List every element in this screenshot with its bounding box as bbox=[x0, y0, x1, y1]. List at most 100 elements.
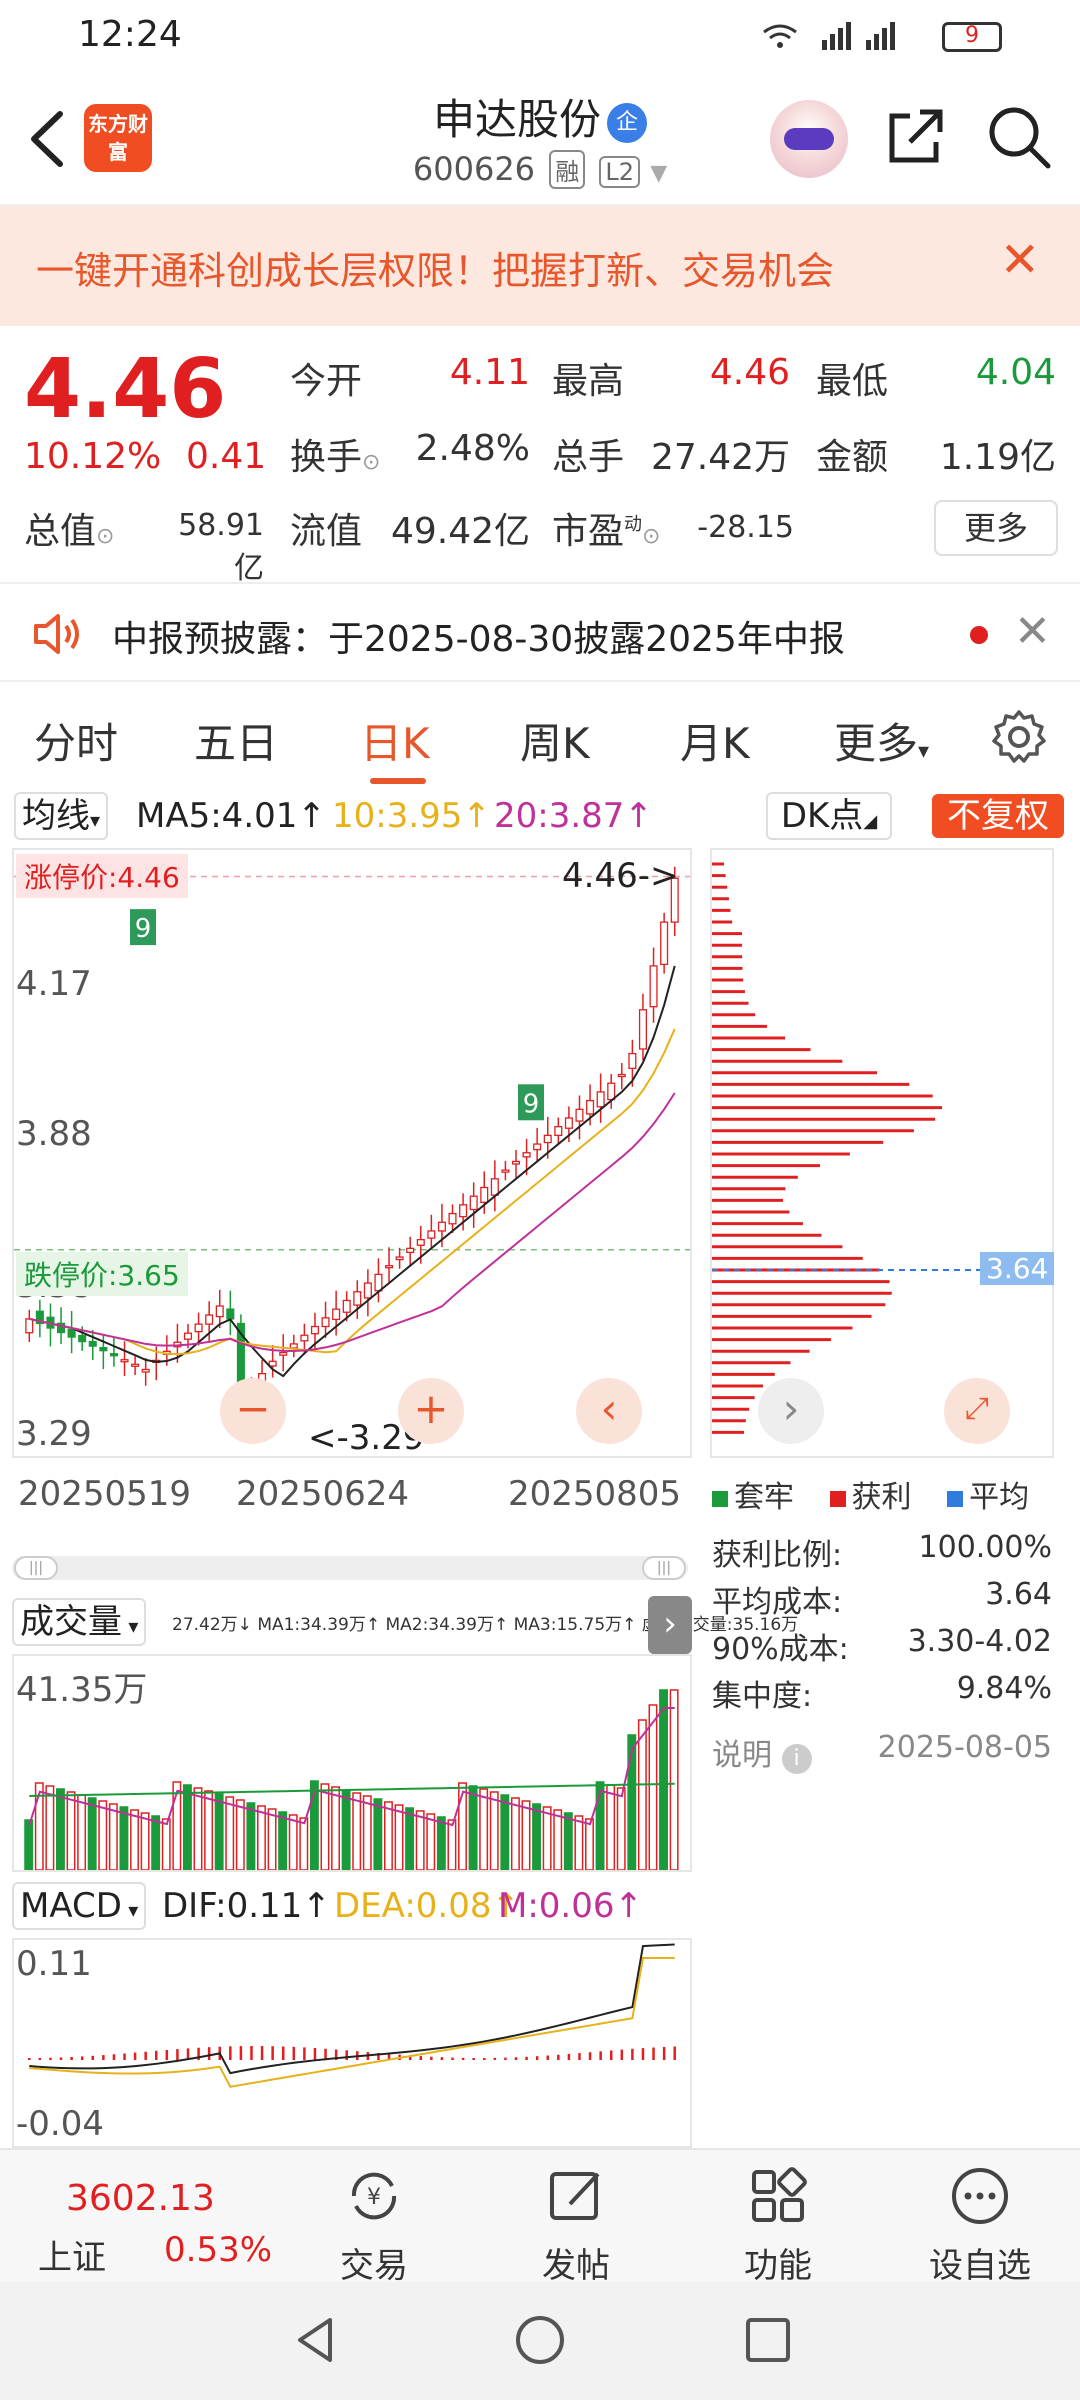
nav-trade-label[interactable]: 交易 bbox=[294, 2238, 454, 2287]
candle-body bbox=[575, 1108, 584, 1122]
trade-icon: ¥ bbox=[351, 2172, 397, 2220]
close-icon[interactable]: ✕ bbox=[1000, 236, 1040, 284]
volume-bar bbox=[510, 1797, 520, 1870]
volume-bar bbox=[267, 1808, 277, 1870]
volume-bar bbox=[98, 1800, 108, 1870]
range-slider[interactable]: ||| ||| bbox=[12, 1556, 688, 1580]
close-icon[interactable]: ✕ bbox=[1014, 606, 1051, 657]
candle-body bbox=[289, 1343, 298, 1349]
macd-chart[interactable]: 0.11 -0.04 bbox=[12, 1938, 692, 2148]
volume-bar bbox=[542, 1806, 552, 1870]
td-marker-text: 9 bbox=[135, 914, 152, 944]
nav-post-label[interactable]: 发帖 bbox=[496, 2238, 656, 2287]
zoom-in-button[interactable]: + bbox=[398, 1378, 464, 1444]
promo-text[interactable]: 一键开通科创成长层权限！把握打新、交易机会 bbox=[36, 240, 834, 295]
index-value[interactable]: 3602.13 bbox=[66, 2178, 215, 2219]
info-icon[interactable]: i bbox=[781, 1744, 812, 1774]
status-bar: 12:24 9 bbox=[0, 0, 1080, 76]
notice-bar[interactable]: 中报预披露：于2025-08-30披露2025年中报 ✕ bbox=[0, 582, 1080, 682]
tab-daily-k[interactable]: 日K bbox=[360, 710, 430, 771]
promo-banner[interactable]: 一键开通科创成长层权限！把握打新、交易机会 ✕ bbox=[0, 206, 1080, 326]
avg-cost-label: 3.64 bbox=[980, 1252, 1055, 1285]
chip-canvas bbox=[712, 862, 1052, 1434]
macd-canvas bbox=[28, 1943, 676, 2088]
candle-body bbox=[501, 1169, 510, 1173]
slider-handle-left[interactable]: ||| bbox=[14, 1556, 58, 1580]
chip-stat-row: 集中度: 9.84% bbox=[712, 1671, 1052, 1714]
macd-bottom-label: -0.04 bbox=[16, 2104, 104, 2144]
no-adjust-button[interactable]: 不复权 bbox=[932, 794, 1064, 838]
legend-profit: 获利 bbox=[829, 1480, 912, 1515]
ma5-line bbox=[29, 965, 676, 1378]
volume-bar bbox=[119, 1806, 129, 1870]
limit-up-label: 涨停价:4.46 bbox=[16, 854, 188, 898]
volume-info: 27.42万↓ MA1:34.39万↑ MA2:34.39万↑ MA3:15.7… bbox=[172, 1615, 799, 1635]
candle-body bbox=[310, 1325, 320, 1335]
open-label: 今开 bbox=[290, 361, 363, 402]
chevron-right-icon[interactable]: › bbox=[648, 1596, 692, 1654]
volume-bar bbox=[415, 1810, 425, 1870]
volume-bar bbox=[257, 1805, 266, 1870]
volume-value: 27.42万 bbox=[650, 437, 790, 478]
tab-more[interactable]: 更多▾ bbox=[834, 710, 929, 771]
index-percent[interactable]: 0.53% bbox=[164, 2230, 272, 2270]
volume-select[interactable]: 成交量 ▾ bbox=[12, 1598, 147, 1646]
candle-body bbox=[141, 1368, 150, 1373]
system-recents-icon[interactable] bbox=[746, 2318, 790, 2362]
notice-text[interactable]: 中报预披露：于2025-08-30披露2025年中报 bbox=[112, 610, 845, 662]
candle-body bbox=[586, 1099, 595, 1115]
next-button[interactable]: › bbox=[758, 1378, 824, 1444]
kline-chart[interactable]: 99 4.17 3.88 3.58 3.29 涨停价:4.46 跌停价:3.65… bbox=[12, 848, 692, 1458]
volume-chart[interactable]: 41.35万 bbox=[12, 1654, 692, 1872]
share-icon[interactable] bbox=[880, 102, 950, 172]
macd-select[interactable]: MACD ▾ bbox=[12, 1882, 147, 1930]
nav-add-watchlist-label[interactable]: 设自选 bbox=[900, 2238, 1060, 2287]
note-date: 2025-08-05 bbox=[877, 1730, 1052, 1765]
chip-distribution-chart[interactable]: 3.64 › ⤢ bbox=[710, 848, 1055, 1458]
volume-bar bbox=[606, 1784, 616, 1870]
search-icon[interactable] bbox=[984, 102, 1054, 172]
more-button[interactable]: 更多 bbox=[934, 500, 1058, 556]
date-tick: 20250624 bbox=[236, 1474, 410, 1514]
candle-body bbox=[554, 1126, 563, 1137]
volume-bar bbox=[669, 1689, 679, 1870]
nav-functions[interactable]: 功能 bbox=[698, 2164, 858, 2287]
prev-button[interactable]: ‹ bbox=[576, 1378, 642, 1444]
slider-handle-right[interactable]: ||| bbox=[642, 1556, 686, 1580]
tab-five-day[interactable]: 五日 bbox=[194, 710, 278, 771]
chip-stat-row: 获利比例: 100.00% bbox=[712, 1530, 1052, 1573]
volume-bar bbox=[77, 1794, 87, 1870]
candle-body bbox=[194, 1323, 203, 1333]
tab-monthly-k[interactable]: 月K bbox=[680, 710, 750, 771]
quote-panel: 4.46 10.12% 0.41 今开 4.11 最高 4.46 最低 4.04… bbox=[0, 326, 1080, 586]
volume-bar bbox=[246, 1802, 256, 1870]
dea-value: DEA:0.08↑ bbox=[334, 1886, 520, 1926]
stock-name-text: 申达股份 bbox=[432, 95, 601, 144]
ai-assistant-icon[interactable] bbox=[770, 100, 848, 178]
dk-point-select[interactable]: DK点◢ bbox=[766, 792, 892, 840]
tab-intraday[interactable]: 分时 bbox=[34, 710, 118, 771]
y-tick: 3.88 bbox=[16, 1114, 92, 1154]
candle-body bbox=[226, 1308, 235, 1320]
system-back-icon[interactable] bbox=[298, 2318, 332, 2362]
volume-bar bbox=[331, 1786, 340, 1870]
index-name[interactable]: 上证 bbox=[38, 2230, 106, 2279]
float-label: 流值 bbox=[290, 511, 363, 552]
indicator-select[interactable]: 均线▾ bbox=[14, 792, 109, 840]
tab-weekly-k[interactable]: 周K bbox=[520, 710, 590, 771]
volume-bar bbox=[225, 1796, 235, 1870]
unread-dot bbox=[970, 626, 988, 644]
open-value: 4.11 bbox=[449, 352, 530, 393]
nav-trade[interactable]: ¥ 交易 bbox=[294, 2164, 454, 2287]
candle-body bbox=[607, 1082, 616, 1101]
expand-icon[interactable]: ⤢ bbox=[944, 1378, 1010, 1444]
chip-note[interactable]: 说明 i 2025-08-05 bbox=[712, 1730, 1052, 1774]
nav-post[interactable]: 发帖 bbox=[496, 2164, 656, 2287]
note-label[interactable]: 说明 bbox=[712, 1738, 772, 1773]
system-home-icon[interactable] bbox=[516, 2316, 564, 2364]
nav-add-watchlist[interactable]: 设自选 bbox=[900, 2164, 1060, 2287]
gear-icon[interactable] bbox=[990, 708, 1048, 766]
more-circle-icon bbox=[952, 2168, 1008, 2224]
nav-functions-label[interactable]: 功能 bbox=[698, 2238, 858, 2287]
zoom-out-button[interactable]: − bbox=[220, 1378, 286, 1444]
